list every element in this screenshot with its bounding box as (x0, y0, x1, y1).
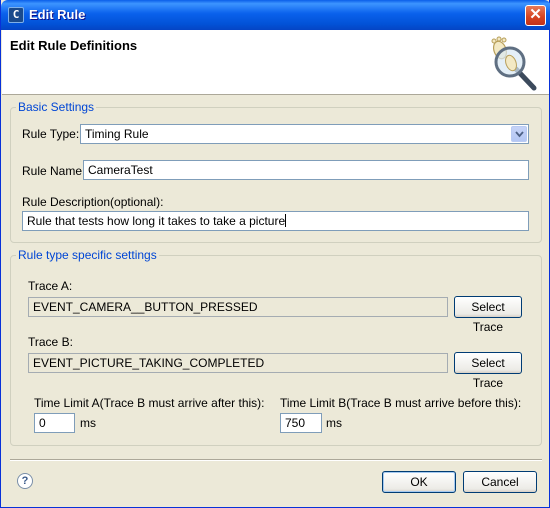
trace-a-field: EVENT_CAMERA__BUTTON_PRESSED (28, 297, 448, 317)
cancel-button[interactable]: Cancel (463, 471, 537, 493)
rule-type-specific-legend: Rule type specific settings (18, 248, 157, 262)
time-limit-b-label: Time Limit B(Trace B must arrive before … (280, 396, 522, 410)
rule-type-select[interactable]: Timing Rule (80, 124, 529, 144)
chevron-down-icon[interactable] (511, 126, 527, 142)
window-title: Edit Rule (29, 7, 86, 22)
rule-type-label: Rule Type: (22, 127, 80, 141)
basic-settings-legend: Basic Settings (18, 100, 95, 114)
text-caret (285, 214, 287, 227)
trace-b-field: EVENT_PICTURE_TAKING_COMPLETED (28, 353, 448, 373)
footprint-magnifier-icon (491, 36, 537, 91)
select-trace-a-button[interactable]: Select Trace (454, 296, 522, 334)
rule-name-field[interactable]: CameraTest (83, 160, 529, 180)
dialog-header: Edit Rule Definitions (2, 30, 549, 95)
rule-description-text: Rule that tests how long it takes to tak… (27, 214, 286, 228)
time-limit-b-input[interactable]: 750 (280, 413, 322, 433)
time-limit-b-unit: ms (326, 416, 342, 430)
help-icon[interactable]: ? (17, 473, 33, 489)
close-button[interactable]: ✕ (525, 5, 546, 26)
trace-a-label: Trace A: (28, 279, 73, 293)
time-limit-a-label: Time Limit A(Trace B must arrive after t… (34, 396, 265, 410)
app-icon: C (8, 7, 24, 23)
rule-description-label: Rule Description(optional): (22, 195, 164, 209)
select-trace-b-button[interactable]: Select Trace (454, 352, 522, 390)
ok-button[interactable]: OK (382, 471, 456, 493)
time-limit-a-unit: ms (80, 416, 96, 430)
rule-description-field[interactable]: Rule that tests how long it takes to tak… (22, 211, 529, 231)
page-title: Edit Rule Definitions (10, 38, 138, 53)
trace-b-label: Trace B: (28, 335, 73, 349)
title-bar[interactable]: C Edit Rule ✕ (1, 0, 550, 30)
footer-separator (10, 459, 542, 461)
rule-type-value: Timing Rule (85, 127, 149, 141)
edit-rule-dialog: C Edit Rule ✕ Edit Rule Definitions Basi… (0, 0, 550, 508)
rule-name-label: Rule Name: (22, 164, 86, 178)
time-limit-a-input[interactable]: 0 (34, 413, 75, 433)
